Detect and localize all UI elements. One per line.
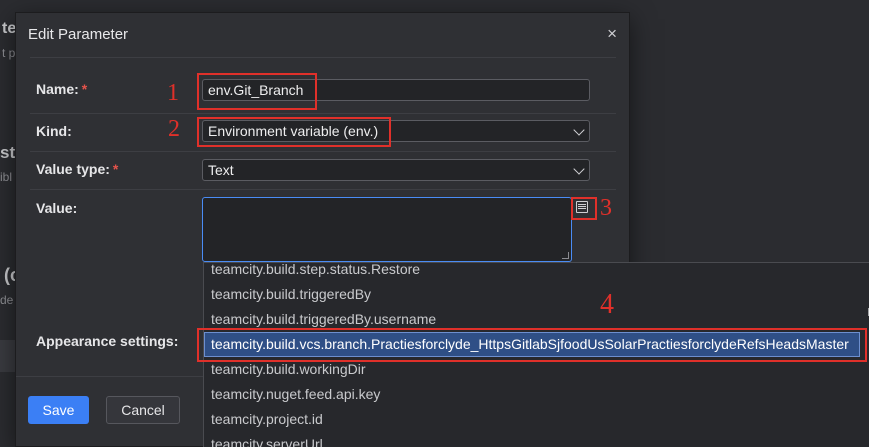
cancel-button[interactable]: Cancel <box>106 396 180 424</box>
list-item[interactable]: teamcity.nuget.feed.api.key <box>204 382 869 407</box>
value-label: Value: <box>36 200 77 216</box>
bg-subtitle-fragment: t p <box>2 46 16 60</box>
divider <box>30 57 616 58</box>
appearance-settings-label: Appearance settings: <box>36 333 178 349</box>
name-input[interactable]: env.Git_Branch <box>202 79 590 101</box>
parameter-list-icon[interactable] <box>576 201 588 213</box>
divider <box>30 113 616 114</box>
save-button[interactable]: Save <box>28 396 89 424</box>
name-label-text: Name: <box>36 81 79 97</box>
appearance-settings-label-text: Appearance settings: <box>36 333 179 349</box>
dialog-title: Edit Parameter <box>28 26 129 43</box>
parameter-suggestions-dropdown[interactable]: teamcity.build.step.status.Restore teamc… <box>203 262 869 447</box>
kind-label: Kind: <box>36 123 72 139</box>
annotation-number-3: 3 <box>600 195 612 221</box>
bg-text-fragment-2: de <box>0 293 14 307</box>
required-mark: * <box>112 161 119 177</box>
bg-text-fragment: ibl <box>0 170 13 184</box>
close-icon[interactable]: × <box>607 24 617 44</box>
kind-select-value: Environment variable (env.) <box>208 123 379 139</box>
dialog-header: Edit Parameter × <box>16 13 629 57</box>
value-type-select[interactable]: Text <box>202 159 590 181</box>
name-input-value: env.Git_Branch <box>208 82 304 98</box>
chevron-down-icon <box>573 124 585 136</box>
list-item[interactable]: teamcity.serverUrl <box>204 432 869 447</box>
kind-select[interactable]: Environment variable (env.) <box>202 120 590 142</box>
bg-heading-fragment: st <box>0 143 16 162</box>
annotation-number-4: 4 <box>600 289 614 320</box>
list-item[interactable]: teamcity.build.step.status.Restore <box>204 263 869 282</box>
resize-grip-icon[interactable] <box>562 252 569 259</box>
name-label: Name: * <box>36 81 87 97</box>
list-item[interactable]: teamcity.build.workingDir <box>204 357 869 382</box>
list-item[interactable]: teamcity.build.triggeredBy <box>204 282 869 307</box>
kind-label-text: Kind: <box>36 123 72 139</box>
value-textarea[interactable] <box>202 197 572 262</box>
annotation-number-1: 1 <box>167 80 179 106</box>
value-type-label-text: Value type: <box>36 161 110 177</box>
list-item[interactable]: teamcity.project.id <box>204 407 869 432</box>
list-item-selected[interactable]: teamcity.build.vcs.branch.Practiesforcly… <box>204 332 860 357</box>
bg-title-fragment: te <box>2 20 17 37</box>
annotation-number-2: 2 <box>168 116 180 142</box>
value-label-text: Value: <box>36 200 78 216</box>
divider <box>30 189 616 190</box>
value-type-select-value: Text <box>208 162 234 178</box>
chevron-down-icon <box>573 163 585 175</box>
divider <box>30 151 616 152</box>
required-mark: * <box>81 81 88 97</box>
bg-row-strip <box>0 340 16 372</box>
list-item[interactable]: teamcity.build.triggeredBy.username <box>204 307 869 332</box>
value-type-label: Value type: * <box>36 161 118 177</box>
